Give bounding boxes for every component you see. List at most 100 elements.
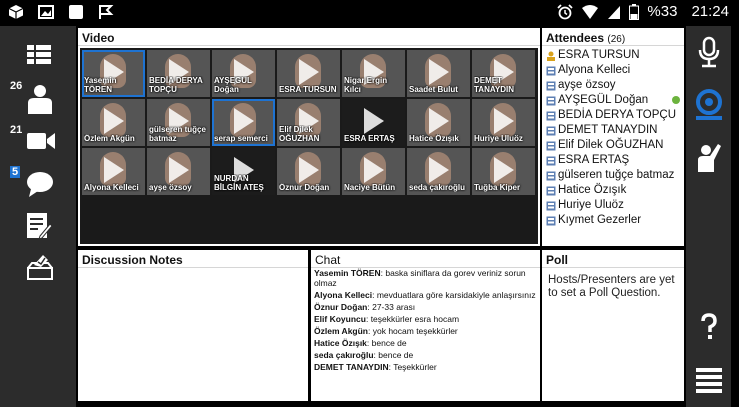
video-tile-name: Tuğba Kiper bbox=[474, 183, 521, 192]
battery-icon bbox=[629, 3, 640, 20]
menu-button[interactable] bbox=[686, 358, 731, 402]
attendee-row[interactable]: AYŞEGÜL Doğan bbox=[546, 93, 684, 108]
video-tile[interactable]: Öznur Doğan bbox=[277, 148, 340, 195]
attendee-name: Hatice Özışık bbox=[558, 184, 627, 196]
video-tile[interactable]: DEMET TANAYDIN bbox=[472, 50, 535, 97]
video-tile[interactable]: seda çakıroğlu bbox=[407, 148, 470, 195]
attendee-row[interactable]: Kıymet Gezerler bbox=[546, 213, 684, 228]
right-sidebar bbox=[686, 26, 731, 407]
app-square-icon bbox=[69, 5, 83, 19]
attendee-name: Elif Dilek OĞUZHAN bbox=[558, 139, 664, 151]
chat-message: DEMET TANAYDIN: Teşekkürler bbox=[314, 362, 437, 372]
chat-sender: Özlem Akgün bbox=[314, 326, 368, 336]
video-tile[interactable]: ESRA ERTAŞ bbox=[342, 99, 405, 146]
attendees-panel-header: Attendees (26) bbox=[542, 28, 684, 46]
attendee-row[interactable]: Elif Dilek OĞUZHAN bbox=[546, 138, 684, 153]
video-tile-name: Yasemin TÖREN bbox=[84, 76, 117, 94]
layout-button[interactable] bbox=[0, 36, 76, 80]
attendee-name: Kıymet Gezerler bbox=[558, 214, 642, 226]
attendee-row[interactable]: Alyona Kelleci bbox=[546, 63, 684, 78]
attendee-name: BEDİA DERYA TOPÇU bbox=[558, 109, 677, 121]
video-tile-name: Öznur Doğan bbox=[279, 183, 330, 192]
chat-message: seda çakıroğlu: bence de bbox=[314, 350, 414, 360]
video-tile-name: ayşe özsoy bbox=[149, 183, 192, 192]
raise-hand-button[interactable] bbox=[686, 134, 731, 178]
attendee-name: ESRA ERTAŞ bbox=[558, 154, 630, 166]
video-panel-title: Video bbox=[78, 28, 540, 46]
video-tile[interactable]: BEDİA DERYA TOPÇU bbox=[147, 50, 210, 97]
attendee-row[interactable]: ayşe özsoy bbox=[546, 78, 684, 93]
participant-icon bbox=[546, 201, 556, 210]
alarm-icon bbox=[557, 3, 574, 19]
video-tile[interactable]: Saadet Bulut bbox=[407, 50, 470, 97]
package-icon bbox=[8, 5, 24, 19]
video-tile-name: ESRA ERTAŞ bbox=[344, 134, 395, 143]
notepad-icon bbox=[27, 213, 52, 240]
help-button[interactable] bbox=[686, 306, 731, 350]
attendee-row[interactable]: DEMET TANAYDIN bbox=[546, 123, 684, 138]
microphone-button[interactable] bbox=[686, 30, 731, 74]
discussion-notes-panel[interactable]: Discussion Notes bbox=[78, 250, 308, 401]
video-tile[interactable]: Yasemin TÖREN bbox=[82, 50, 145, 97]
video-tile[interactable]: Elif Dilek OĞUZHAN bbox=[277, 99, 340, 146]
microphone-icon bbox=[698, 36, 720, 68]
chat-title: Chat bbox=[311, 250, 540, 268]
play-icon bbox=[364, 157, 384, 183]
poll-panel: Poll Hosts/Presenters are yet to set a P… bbox=[542, 250, 684, 401]
notes-button[interactable] bbox=[0, 206, 76, 250]
play-icon bbox=[429, 157, 449, 183]
participant-icon bbox=[546, 96, 556, 105]
attendee-row[interactable]: BEDİA DERYA TOPÇU bbox=[546, 108, 684, 123]
video-tile[interactable]: gülseren tuğçe batmaz bbox=[147, 99, 210, 146]
video-tile[interactable]: ayşe özsoy bbox=[147, 148, 210, 195]
layout-icon bbox=[27, 45, 51, 64]
attendee-name: gülseren tuğçe batmaz bbox=[558, 169, 675, 181]
status-icons-left bbox=[8, 4, 114, 20]
poll-title: Poll bbox=[542, 250, 684, 268]
attendee-row[interactable]: Huriye Uluöz bbox=[546, 198, 684, 213]
video-tile[interactable]: Huriye Uluöz bbox=[472, 99, 535, 146]
chat-text: bence de bbox=[378, 350, 414, 360]
webcam-button[interactable] bbox=[686, 82, 731, 126]
attendee-row[interactable]: ESRA TURSUN bbox=[546, 48, 684, 63]
play-icon bbox=[364, 108, 384, 134]
attendee-row[interactable]: gülseren tuğçe batmaz bbox=[546, 168, 684, 183]
attendees-button[interactable]: 26 bbox=[0, 78, 76, 122]
video-tile-name: Elif Dilek OĞUZHAN bbox=[279, 125, 320, 143]
video-tile-name: serap semerci bbox=[214, 134, 268, 143]
play-icon bbox=[299, 59, 319, 85]
chat-button[interactable]: 5 bbox=[0, 164, 76, 208]
video-tile[interactable]: Nigar Ergin Kılcı bbox=[342, 50, 405, 97]
video-tile-name: Alyona Kelleci bbox=[84, 183, 139, 192]
hamburger-menu-icon bbox=[696, 368, 722, 393]
chat-message: Özlem Akgün: yok hocam teşekkürler bbox=[314, 326, 458, 336]
video-tile[interactable]: Hatice Özışık bbox=[407, 99, 470, 146]
video-tile[interactable]: AYŞEGÜL Doğan bbox=[212, 50, 275, 97]
flag-icon bbox=[99, 5, 114, 19]
chat-messages[interactable]: Yasemin TÖREN: baska siniflara da gorev … bbox=[311, 268, 540, 372]
participant-icon bbox=[546, 126, 556, 135]
attendee-name: DEMET TANAYDIN bbox=[558, 124, 658, 136]
left-sidebar: 26 21 5 bbox=[0, 26, 76, 407]
participant-icon bbox=[546, 141, 556, 150]
video-tile[interactable]: Naciye Bütün bbox=[342, 148, 405, 195]
play-icon bbox=[169, 157, 189, 183]
attendee-name: ayşe özsoy bbox=[558, 79, 616, 91]
video-tile-name: NURDAN BİLGİN ATEŞ bbox=[214, 174, 264, 192]
participant-icon bbox=[546, 156, 556, 165]
camera-button[interactable]: 21 bbox=[0, 122, 76, 166]
poll-button[interactable] bbox=[0, 248, 76, 292]
attendees-list: ESRA TURSUN Alyona Kelleci ayşe özsoy AYŞEG… bbox=[542, 46, 684, 244]
video-tile[interactable]: NURDAN BİLGİN ATEŞ bbox=[212, 148, 275, 195]
video-tile[interactable]: ESRA TURSUN bbox=[277, 50, 340, 97]
video-tile[interactable]: Özlem Akgün bbox=[82, 99, 145, 146]
video-tile[interactable]: Tuğba Kiper bbox=[472, 148, 535, 195]
chat-sender: Hatice Özışık bbox=[314, 338, 367, 348]
attendee-row[interactable]: ESRA ERTAŞ bbox=[546, 153, 684, 168]
signal-icon bbox=[608, 5, 621, 19]
attendee-row[interactable]: Hatice Özışık bbox=[546, 183, 684, 198]
chat-sender: Alyona Kelleci bbox=[314, 290, 373, 300]
video-tile[interactable]: Alyona Kelleci bbox=[82, 148, 145, 195]
chat-message: Elif Koyuncu: teşekkürler esra hocam bbox=[314, 314, 460, 324]
video-tile[interactable]: serap semerci bbox=[212, 99, 275, 146]
